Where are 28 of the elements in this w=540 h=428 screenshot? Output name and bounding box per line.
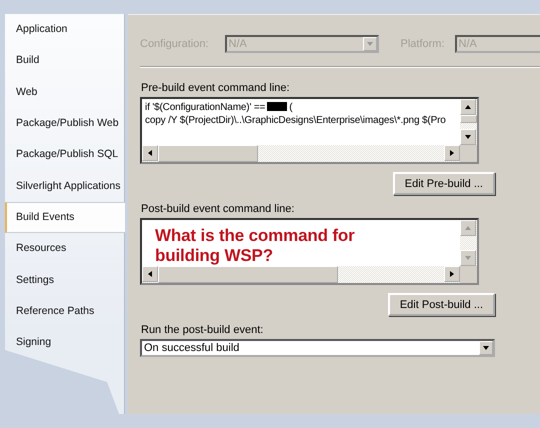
sidebar-item[interactable]: Build Events [5, 202, 128, 234]
run-post-build-dropdown[interactable]: On successful build [140, 339, 495, 357]
sidebar-item[interactable]: Web [5, 76, 125, 108]
sidebar-item[interactable]: Signing [5, 326, 125, 358]
command-line-field[interactable]: if '$(ConfigurationName)' == ( copy /Y $(ProjectDir)\..\GraphicDesigns\Enterprise\images\*.png $(Pro [140, 97, 479, 164]
sidebar-item[interactable]: Package/Publish SQL [5, 139, 125, 170]
sidebar-item[interactable]: Application [5, 14, 125, 46]
post-build-label: Post-build event command line: [141, 203, 296, 217]
command-line-field[interactable]: What is the command for building WSP? [140, 218, 479, 285]
run-post-build-label: Run the post-build event: [141, 324, 264, 338]
redaction-block [267, 102, 288, 111]
command-text: if '$(ConfigurationName)' == [145, 102, 266, 113]
sidebar-item[interactable]: Settings [5, 264, 125, 296]
sidebar-item[interactable]: Reference Paths [5, 296, 125, 327]
command-text: copy /Y $(ProjectDir)\..\GraphicDesigns\Enterprise\images\*.png $(Pro [145, 115, 446, 126]
sidebar-item[interactable]: Build [5, 45, 125, 77]
pre-build-label: Pre-build event command line: [141, 82, 291, 96]
sidebar-item[interactable]: Resources [5, 233, 125, 264]
vertical-scrollbar[interactable] [460, 99, 477, 162]
horizontal-scrollbar[interactable] [142, 145, 460, 162]
edit-pre-build-button[interactable]: Edit Pre-build ... [392, 172, 495, 195]
horizontal-scrollbar[interactable] [142, 266, 460, 283]
edit-post-build-button[interactable]: Edit Post-build ... [388, 293, 495, 316]
vertical-scrollbar[interactable] [460, 220, 477, 283]
sidebar-item[interactable]: Silverlight Applications [5, 170, 125, 202]
sidebar-item[interactable]: Package/Publish Web [5, 108, 125, 140]
overlay-question-text: What is the command for building WSP? [154, 225, 356, 267]
command-text: ( [289, 102, 292, 113]
